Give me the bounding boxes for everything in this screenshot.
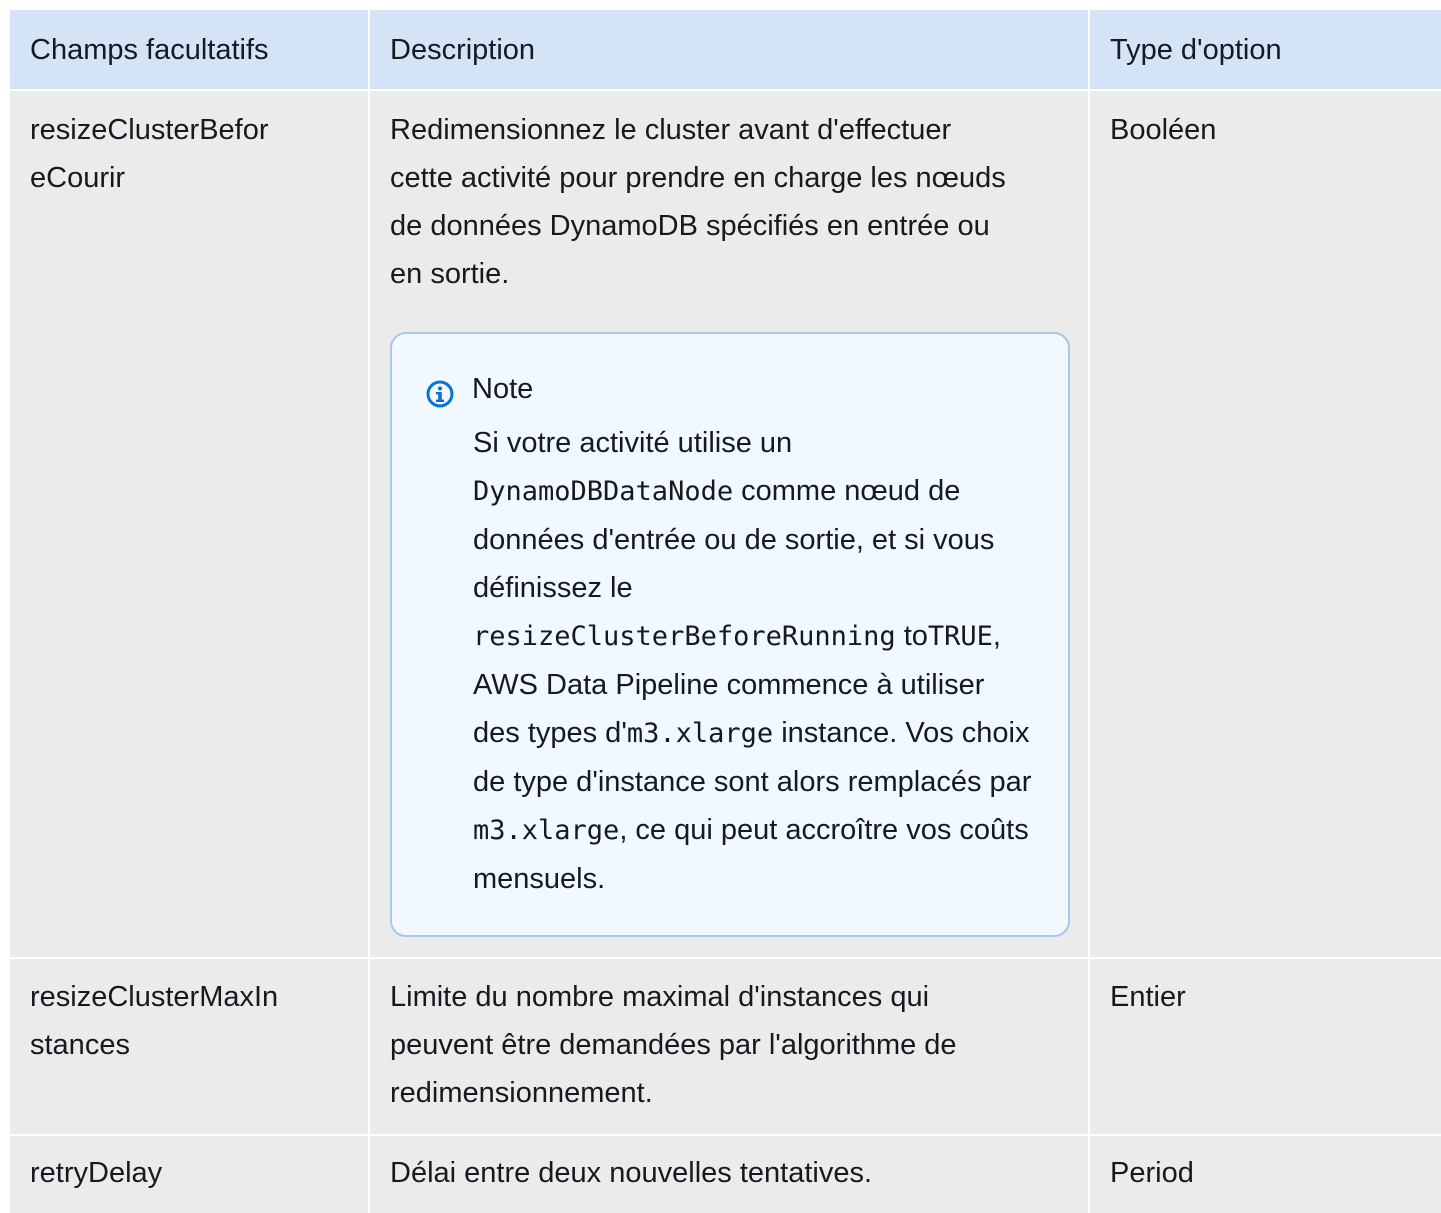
field-name-line: resizeClusterBefor xyxy=(30,114,269,146)
info-icon xyxy=(426,375,454,408)
field-name-line: resizeClusterMaxIn xyxy=(30,981,279,1013)
description-cell: Limite du nombre maximal d'instances qui… xyxy=(369,957,1090,1135)
header-type: Type d'option xyxy=(1089,10,1441,90)
note-code: DynamoDBDataNode xyxy=(473,476,734,507)
note-text: Si votre activité utilise un xyxy=(473,427,793,459)
type-cell: Period xyxy=(1089,1134,1441,1213)
header-description: Description xyxy=(369,10,1090,90)
field-cell: retryDelay xyxy=(10,1134,370,1213)
note-code: TRUE xyxy=(927,621,993,652)
type-cell: Booléen xyxy=(1089,89,1441,958)
note-code: resizeClusterBeforeRunning xyxy=(473,621,896,652)
table-header-row: Champs facultatifs Description Type d'op… xyxy=(10,10,1441,90)
header-field: Champs facultatifs xyxy=(10,10,370,90)
field-name: retryDelay xyxy=(30,1157,163,1189)
note-header: Note xyxy=(426,367,1038,411)
note-callout: Note Si votre activité utilise un Dynamo… xyxy=(390,332,1070,937)
description-text: Délai entre deux nouvelles tentatives. xyxy=(390,1157,873,1189)
type-cell: Entier xyxy=(1089,957,1441,1135)
description-cell: Redimensionnez le cluster avant d'effect… xyxy=(369,89,1090,958)
description-text: Limite du nombre maximal d'instances qui… xyxy=(390,981,957,1109)
description-cell: Délai entre deux nouvelles tentatives. xyxy=(369,1134,1090,1213)
description-text: Redimensionnez le cluster avant d'effect… xyxy=(390,114,1006,290)
field-name-line: eCourir xyxy=(30,162,126,194)
type-value: Entier xyxy=(1110,981,1186,1013)
note-text: to xyxy=(895,620,928,652)
note-body: Si votre activité utilise un DynamoDBDat… xyxy=(426,419,1033,903)
note-code: m3.xlarge xyxy=(626,718,774,749)
field-cell: resizeClusterMaxIn stances xyxy=(10,957,370,1135)
type-value: Booléen xyxy=(1110,114,1217,146)
field-cell: resizeClusterBefor eCourir xyxy=(10,89,370,958)
optional-fields-table: Champs facultatifs Description Type d'op… xyxy=(10,10,1441,1213)
type-value: Period xyxy=(1110,1157,1194,1189)
field-name-line: stances xyxy=(30,1029,130,1061)
note-title: Note xyxy=(472,373,534,405)
table-row: resizeClusterBefor eCourir Redimensionne… xyxy=(10,89,1441,958)
table-row: resizeClusterMaxIn stances Limite du nom… xyxy=(10,957,1441,1135)
note-code: m3.xlarge xyxy=(473,815,620,846)
table-row: retryDelay Délai entre deux nouvelles te… xyxy=(10,1134,1441,1213)
